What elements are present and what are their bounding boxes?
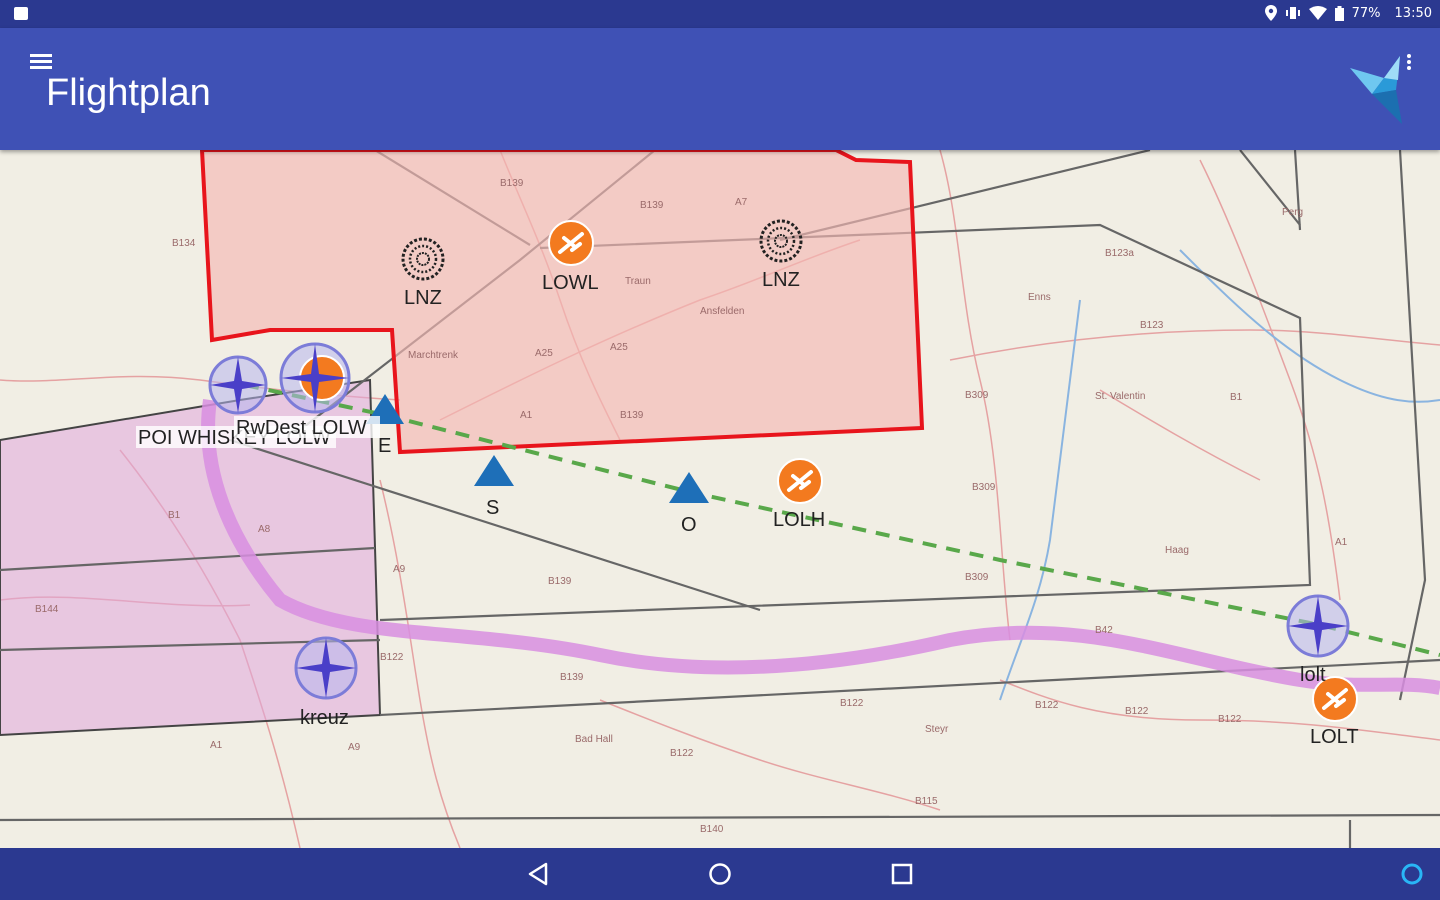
wifi-icon (1308, 6, 1327, 20)
dest-label: RwDest LOLW (236, 417, 367, 439)
battery-percent: 77% (1351, 5, 1381, 21)
place-label: A7 (735, 197, 748, 208)
place-label: B309 (965, 572, 989, 583)
place-label: B1 (168, 510, 181, 521)
place-label: A1 (1335, 537, 1348, 548)
recents-icon[interactable] (888, 860, 916, 888)
waypoint-s[interactable]: S (474, 455, 514, 519)
battery-icon (1334, 5, 1344, 21)
place-label: B134 (172, 238, 196, 249)
airway-band (201, 399, 1440, 695)
place-label: A9 (393, 564, 406, 575)
waypoint-label: lolt (1300, 664, 1326, 686)
map-canvas: B139 B139 B134 A7 Traun Ansfelden Marcht… (0, 150, 1440, 848)
airport-lolh-marker[interactable]: LOLH (773, 458, 825, 531)
vibrate-icon (1285, 7, 1300, 19)
place-label: Enns (1028, 292, 1051, 303)
place-label: B139 (560, 672, 584, 683)
location-icon (1264, 5, 1277, 21)
place-label: B42 (1095, 625, 1113, 636)
place-label: A1 (520, 410, 533, 421)
place-label: A8 (258, 524, 271, 535)
reporting-point-west[interactable] (208, 355, 268, 415)
place-label: St. Valentin (1095, 391, 1145, 402)
reporting-point-kreuz[interactable]: kreuz (294, 636, 358, 729)
status-bar: 77% 13:50 (0, 0, 1440, 28)
assistant-icon[interactable] (1398, 860, 1426, 888)
place-label: B115 (915, 796, 938, 807)
waypoint-label: E (378, 435, 391, 457)
airport-lolt-marker[interactable]: LOLT (1310, 676, 1359, 748)
destination-lolw-marker[interactable] (279, 342, 351, 414)
page-title: Flightplan (46, 72, 211, 114)
home-icon[interactable] (706, 860, 734, 888)
waypoint-label: LOLH (773, 509, 825, 531)
place-label: Perg (1282, 207, 1303, 218)
menu-icon[interactable] (30, 54, 52, 70)
place-label: A1 (210, 740, 223, 751)
place-label: B139 (548, 576, 572, 587)
place-label: B1 (1230, 392, 1243, 403)
place-label: B122 (670, 748, 694, 759)
place-label: Haag (1165, 545, 1189, 556)
bird-logo-icon[interactable] (1340, 50, 1420, 130)
place-label: B144 (35, 604, 59, 615)
waypoint-label: LNZ (404, 287, 442, 309)
waypoint-label: LOWL (542, 272, 599, 294)
notification-icon (14, 7, 28, 20)
place-label: B309 (972, 482, 996, 493)
place-label: B123a (1105, 248, 1134, 259)
place-label: Bad Hall (575, 734, 613, 745)
place-label: B123 (1140, 320, 1164, 331)
place-label: Steyr (925, 724, 949, 735)
waypoint-o[interactable]: O (669, 472, 709, 536)
place-label: B309 (965, 390, 989, 401)
place-label: B122 (380, 652, 404, 663)
clock: 13:50 (1394, 5, 1432, 21)
place-label: B122 (1035, 700, 1059, 711)
waypoint-label: kreuz (300, 707, 349, 729)
back-icon[interactable] (524, 860, 552, 888)
map-view[interactable]: B139 B139 B134 A7 Traun Ansfelden Marcht… (0, 150, 1440, 848)
place-label: A25 (610, 342, 628, 353)
waypoint-label: LNZ (762, 269, 800, 291)
navigation-bar (0, 848, 1440, 900)
place-label: B139 (620, 410, 644, 421)
waypoint-label: LOLT (1310, 726, 1359, 748)
app-bar: Flightplan (0, 28, 1440, 150)
place-label: B139 (640, 200, 664, 211)
place-label: A9 (348, 742, 361, 753)
place-label: B139 (500, 178, 524, 189)
place-label: Marchtrenk (408, 350, 459, 361)
waypoint-label: S (486, 497, 499, 519)
place-label: Traun (625, 276, 651, 287)
place-label: A25 (535, 348, 553, 359)
place-label: B122 (1218, 714, 1242, 725)
place-label: Ansfelden (700, 306, 744, 317)
place-label: B140 (700, 824, 724, 835)
place-label: B122 (840, 698, 864, 709)
place-label: B122 (1125, 706, 1149, 717)
waypoint-label: O (681, 514, 697, 536)
